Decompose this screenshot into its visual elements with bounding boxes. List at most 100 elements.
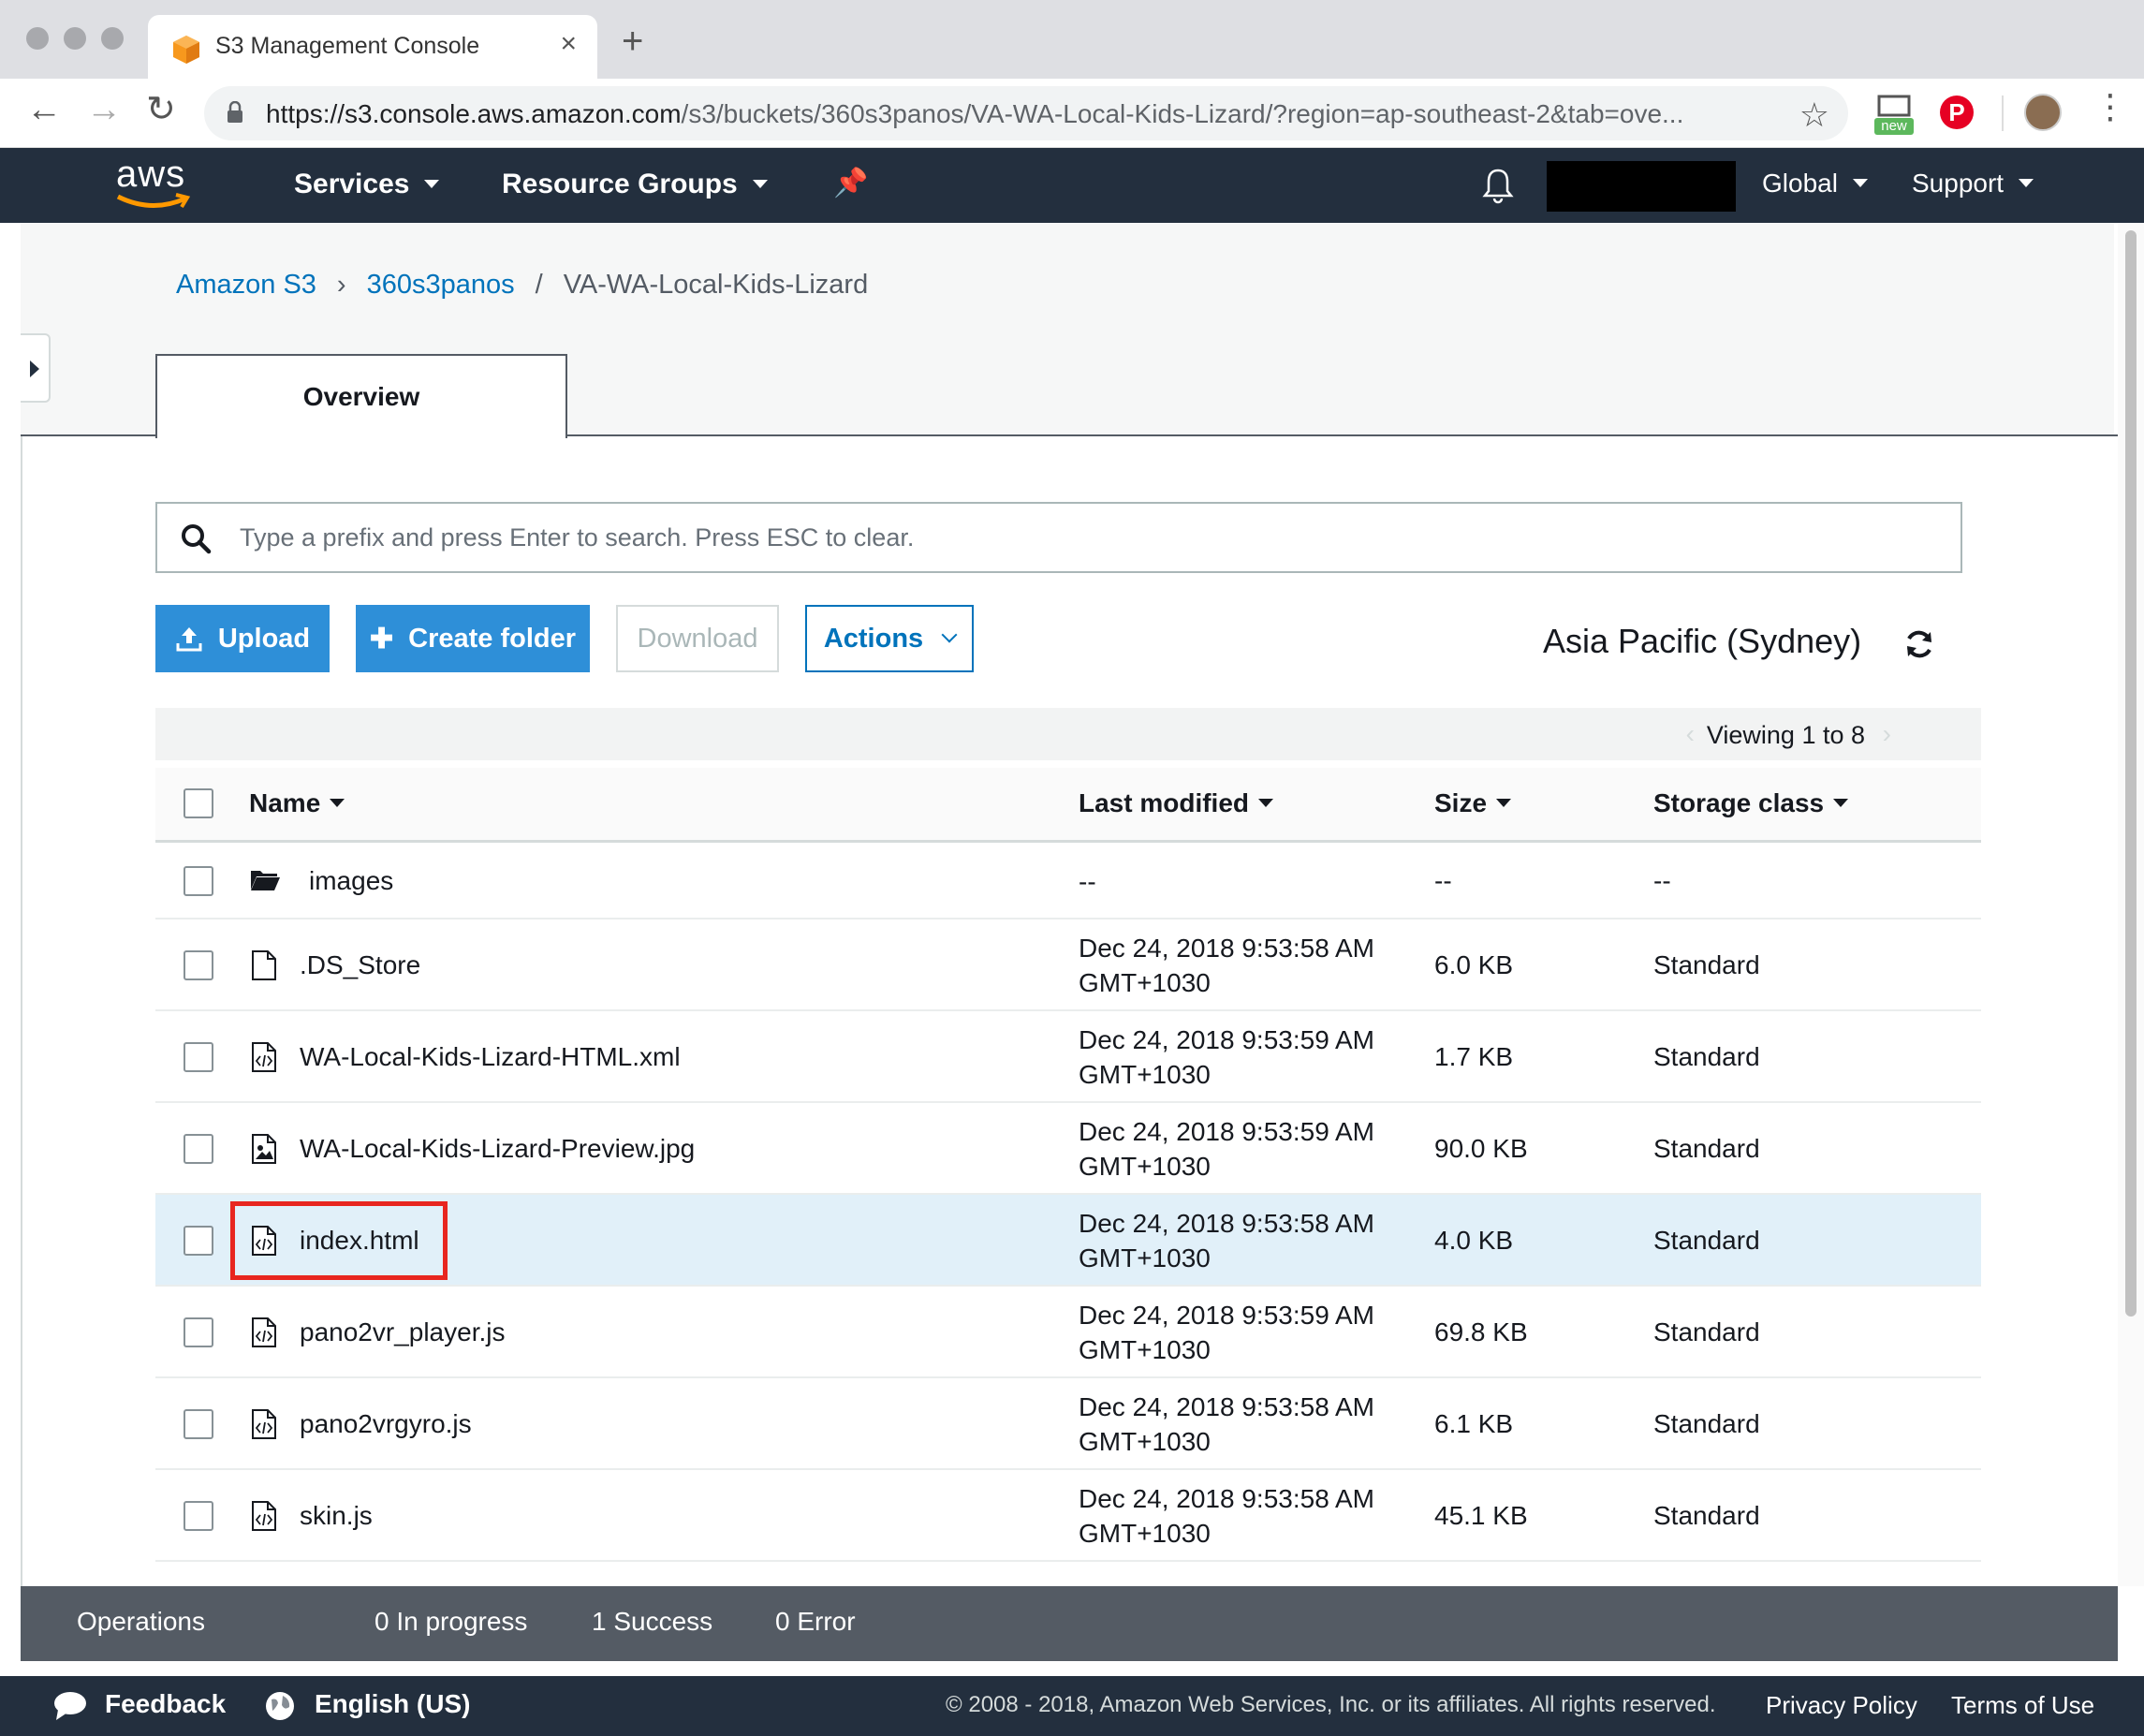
language-selector[interactable]: English (US) bbox=[315, 1689, 470, 1719]
toolbar-divider bbox=[2002, 96, 2004, 131]
row-checkbox[interactable] bbox=[184, 1042, 213, 1072]
refresh-icon[interactable] bbox=[1902, 627, 1936, 661]
row-checkbox[interactable] bbox=[184, 1409, 213, 1439]
storage-class-cell: Standard bbox=[1653, 1501, 1760, 1530]
create-folder-button[interactable]: ✚ Create folder bbox=[356, 605, 590, 672]
table-row[interactable]: WA-Local-Kids-Lizard-HTML.xml Dec 24, 201… bbox=[155, 1011, 1981, 1103]
aws-logo[interactable]: aws bbox=[114, 154, 193, 212]
back-arrow-icon[interactable]: ← bbox=[26, 92, 62, 127]
table-row[interactable]: skin.js Dec 24, 2018 9:53:58 AM GMT+1030 45… bbox=[155, 1470, 1981, 1562]
resource-groups-menu[interactable]: Resource Groups bbox=[502, 169, 768, 200]
size-cell: 1.7 KB bbox=[1434, 1042, 1514, 1071]
lock-icon bbox=[228, 101, 242, 123]
scrollbar-thumb[interactable] bbox=[2125, 230, 2137, 1317]
select-all-checkbox[interactable] bbox=[184, 788, 213, 818]
terms-of-use-link[interactable]: Terms of Use bbox=[1951, 1691, 2094, 1720]
tab-overview[interactable]: Overview bbox=[155, 354, 567, 438]
column-storage-class[interactable]: Storage class bbox=[1653, 788, 1849, 818]
scrollbar[interactable] bbox=[2118, 223, 2144, 1586]
table-row[interactable]: pano2vr_player.js Dec 24, 2018 9:53:59 AM… bbox=[155, 1287, 1981, 1378]
table-row[interactable]: images -- -- -- bbox=[155, 843, 1981, 919]
size-cell: 69.8 KB bbox=[1434, 1317, 1528, 1346]
profile-avatar[interactable] bbox=[2024, 94, 2062, 131]
storage-class-cell: Standard bbox=[1653, 1317, 1760, 1346]
object-name-link[interactable]: pano2vr_player.js bbox=[300, 1317, 505, 1347]
column-name[interactable]: Name bbox=[249, 788, 345, 818]
code-file-icon bbox=[251, 1500, 277, 1532]
browser-tab-title: S3 Management Console bbox=[215, 33, 480, 59]
window-close-button[interactable] bbox=[26, 27, 49, 50]
bell-icon[interactable] bbox=[1481, 167, 1515, 204]
table-row[interactable]: index.html Dec 24, 2018 9:53:58 AM GMT+103… bbox=[155, 1195, 1981, 1287]
pagination-bar: ‹ Viewing 1 to 8 › bbox=[155, 708, 1981, 760]
storage-class-cell: Standard bbox=[1653, 1042, 1760, 1071]
size-cell: 6.1 KB bbox=[1434, 1409, 1514, 1438]
row-checkbox[interactable] bbox=[184, 1134, 213, 1164]
operations-bar[interactable]: Operations 0 In progress 1 Success 0 Err… bbox=[21, 1586, 2118, 1661]
bookmark-star-icon[interactable]: ☆ bbox=[1799, 96, 1829, 135]
object-name-link[interactable]: WA-Local-Kids-Lizard-HTML.xml bbox=[300, 1042, 681, 1072]
sort-caret-icon bbox=[330, 799, 345, 808]
object-name-link[interactable]: images bbox=[309, 866, 393, 896]
operations-in-progress: 0 In progress bbox=[374, 1607, 528, 1636]
table-row[interactable]: WA-Local-Kids-Lizard-Preview.jpg Dec 24, … bbox=[155, 1103, 1981, 1195]
column-last-modified[interactable]: Last modified bbox=[1079, 788, 1274, 818]
window-minimize-button[interactable] bbox=[64, 27, 86, 50]
window-zoom-button[interactable] bbox=[101, 27, 124, 50]
table-row[interactable]: pano2vrgyro.js Dec 24, 2018 9:53:58 AM GMT… bbox=[155, 1378, 1981, 1470]
breadcrumb-current-folder: VA-WA-Local-Kids-Lizard bbox=[563, 270, 869, 300]
download-button[interactable]: Download bbox=[616, 605, 779, 672]
prev-page-icon[interactable]: ‹ bbox=[1686, 719, 1695, 749]
table-row[interactable]: .DS_Store Dec 24, 2018 9:53:58 AM GMT+1030… bbox=[155, 919, 1981, 1011]
feedback-link[interactable]: Feedback bbox=[105, 1689, 226, 1719]
row-checkbox[interactable] bbox=[184, 1501, 213, 1531]
pinterest-icon[interactable]: P bbox=[1940, 96, 1974, 129]
reload-icon[interactable]: ↻ bbox=[146, 92, 176, 127]
folder-icon bbox=[249, 865, 280, 897]
breadcrumb-amazon-s3[interactable]: Amazon S3 bbox=[176, 270, 316, 300]
browser-tab[interactable]: S3 Management Console × bbox=[148, 15, 597, 79]
services-menu[interactable]: Services bbox=[294, 169, 440, 200]
object-name-link[interactable]: skin.js bbox=[300, 1501, 373, 1531]
pushpin-icon[interactable]: 📌 bbox=[833, 167, 868, 199]
chevron-down-icon bbox=[941, 626, 958, 643]
new-tab-plus-icon[interactable]: + bbox=[622, 22, 643, 60]
upload-icon bbox=[176, 627, 202, 652]
global-region-menu[interactable]: Global bbox=[1762, 169, 1868, 199]
address-bar[interactable]: https://s3.console.aws.amazon.com/s3/buc… bbox=[204, 86, 1848, 140]
caret-down-icon bbox=[752, 179, 768, 188]
last-modified-cell: Dec 24, 2018 9:53:59 AM GMT+1030 bbox=[1079, 1117, 1374, 1181]
object-name-link[interactable]: pano2vrgyro.js bbox=[300, 1409, 472, 1439]
account-menu[interactable] bbox=[1547, 161, 1736, 212]
object-name-link[interactable]: .DS_Store bbox=[300, 950, 420, 980]
next-page-icon[interactable]: › bbox=[1883, 719, 1891, 749]
support-menu[interactable]: Support bbox=[1912, 169, 2034, 199]
globe-icon bbox=[266, 1692, 294, 1720]
actions-dropdown[interactable]: Actions bbox=[805, 605, 974, 672]
footer: Feedback English (US) © 2008 - 2018, Ama… bbox=[0, 1676, 2144, 1736]
forward-arrow-icon[interactable]: → bbox=[86, 92, 122, 127]
upload-button[interactable]: Upload bbox=[155, 605, 330, 672]
object-name-link[interactable]: WA-Local-Kids-Lizard-Preview.jpg bbox=[300, 1134, 695, 1164]
privacy-policy-link[interactable]: Privacy Policy bbox=[1766, 1691, 1917, 1720]
tab-close-icon[interactable]: × bbox=[560, 28, 577, 60]
size-cell: 45.1 KB bbox=[1434, 1501, 1528, 1530]
s3-cube-icon bbox=[173, 36, 199, 64]
row-checkbox[interactable] bbox=[184, 1226, 213, 1256]
operations-label: Operations bbox=[77, 1607, 205, 1636]
sort-caret-icon bbox=[1833, 799, 1849, 808]
storage-class-cell: Standard bbox=[1653, 1226, 1760, 1255]
storage-class-cell: Standard bbox=[1653, 950, 1760, 979]
browser-menu-icon[interactable]: ⋮ bbox=[2093, 90, 2127, 124]
breadcrumb-bucket[interactable]: 360s3panos bbox=[367, 270, 515, 300]
row-checkbox[interactable] bbox=[184, 950, 213, 980]
side-panel-toggle[interactable] bbox=[21, 333, 51, 403]
breadcrumb: Amazon S3 › 360s3panos / VA-WA-Local-Kids-Li… bbox=[176, 270, 868, 301]
search-input[interactable] bbox=[240, 519, 1925, 556]
row-checkbox[interactable] bbox=[184, 1317, 213, 1347]
extension-icon[interactable]: new bbox=[1874, 94, 1914, 135]
row-checkbox[interactable] bbox=[184, 866, 213, 896]
column-size[interactable]: Size bbox=[1434, 788, 1512, 818]
storage-class-cell: -- bbox=[1653, 866, 1671, 895]
annotation-highlight-box bbox=[230, 1201, 448, 1280]
